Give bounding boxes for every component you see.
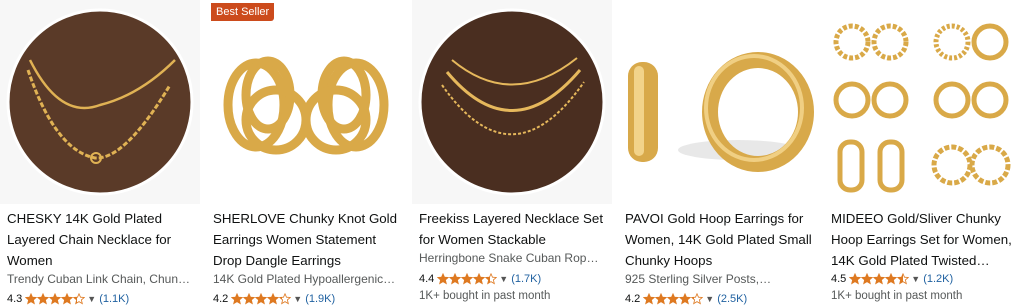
star-icon <box>437 273 450 285</box>
product-title[interactable]: SHERLOVE Chunky Knot Gold Earrings Women… <box>213 208 403 271</box>
star-icon <box>655 293 668 305</box>
review-count[interactable]: (1.1K) <box>99 293 129 305</box>
star-icon <box>861 273 874 285</box>
rating-row[interactable]: 4.2 ▼ (1.9K) <box>213 291 335 307</box>
product-subtitle: 925 Sterling Silver Posts,… <box>625 272 772 286</box>
rating-value: 4.5 <box>831 273 847 285</box>
review-count[interactable]: (1.2K) <box>923 273 953 285</box>
star-icon <box>461 273 474 285</box>
star-rating[interactable] <box>849 273 910 285</box>
chevron-down-icon[interactable]: ▼ <box>705 294 714 304</box>
product-title[interactable]: PAVOI Gold Hoop Earrings for Women, 14K … <box>625 208 815 271</box>
star-icon <box>873 273 886 285</box>
rating-row[interactable]: 4.5 ▼ (1.2K) <box>831 271 953 287</box>
chevron-down-icon[interactable]: ▼ <box>499 274 508 284</box>
rating-value: 4.2 <box>213 293 229 305</box>
star-icon <box>49 293 62 305</box>
star-icon <box>473 273 486 285</box>
product-image[interactable] <box>618 0 818 204</box>
star-icon <box>849 273 862 285</box>
star-icon <box>243 293 256 305</box>
chevron-down-icon[interactable]: ▼ <box>911 274 920 284</box>
rating-value: 4.2 <box>625 293 641 305</box>
product-image[interactable] <box>824 0 1024 204</box>
layered-necklace-image <box>418 8 606 196</box>
rating-row[interactable]: 4.2 ▼ (2.5K) <box>625 291 747 307</box>
star-icon <box>25 293 38 305</box>
star-icon <box>255 293 268 305</box>
product-subtitle: 14K Gold Plated Hypoallergenic… <box>213 272 396 286</box>
star-icon <box>667 293 680 305</box>
chevron-down-icon[interactable]: ▼ <box>87 294 96 304</box>
star-icon <box>691 293 704 305</box>
star-icon <box>267 293 280 305</box>
star-icon <box>37 293 50 305</box>
product-title[interactable]: CHESKY 14K Gold Plated Layered Chain Nec… <box>7 208 197 271</box>
star-rating[interactable] <box>643 293 704 305</box>
star-icon <box>279 293 292 305</box>
best-seller-badge: Best Seller <box>211 3 275 21</box>
rating-row[interactable]: 4.4 ▼ (1.7K) <box>419 271 541 287</box>
bought-count: 1K+ bought in past month <box>419 290 551 302</box>
star-icon <box>643 293 656 305</box>
star-rating[interactable] <box>231 293 292 305</box>
product-card-mideeo[interactable]: MIDEEO Gold/Sliver Chunky Hoop Earrings … <box>824 0 1024 308</box>
review-count[interactable]: (1.9K) <box>305 293 335 305</box>
product-title[interactable]: MIDEEO Gold/Sliver Chunky Hoop Earrings … <box>831 208 1021 271</box>
product-title[interactable]: Freekiss Layered Necklace Set for Women … <box>419 208 609 250</box>
rating-value: 4.4 <box>419 273 435 285</box>
product-image[interactable] <box>412 0 612 204</box>
star-icon <box>449 273 462 285</box>
review-count[interactable]: (2.5K) <box>717 293 747 305</box>
product-grid: CHESKY 14K Gold Plated Layered Chain Nec… <box>0 0 1024 308</box>
star-rating[interactable] <box>25 293 86 305</box>
product-card-sherlove[interactable]: Best Seller SHERLOVE Chunky Knot Gold Ea… <box>206 0 406 308</box>
product-card-chesky[interactable]: CHESKY 14K Gold Plated Layered Chain Nec… <box>0 0 200 308</box>
rating-row[interactable]: 4.3 ▼ (1.1K) <box>7 291 129 307</box>
bought-count: 1K+ bought in past month <box>831 290 963 302</box>
product-image[interactable] <box>206 0 406 204</box>
chevron-down-icon[interactable]: ▼ <box>293 294 302 304</box>
star-icon <box>897 273 910 285</box>
star-icon <box>61 293 74 305</box>
star-icon <box>679 293 692 305</box>
product-subtitle: Trendy Cuban Link Chain, Chunk… <box>7 272 193 286</box>
rating-value: 4.3 <box>7 293 23 305</box>
star-icon <box>885 273 898 285</box>
star-icon <box>485 273 498 285</box>
star-icon <box>231 293 244 305</box>
necklace-image <box>6 8 194 196</box>
hoop-earrings-image <box>618 0 818 204</box>
star-rating[interactable] <box>437 273 498 285</box>
product-subtitle: Herringbone Snake Cuban Rope… <box>419 251 605 265</box>
knot-earrings-image <box>206 0 406 204</box>
product-card-pavoi[interactable]: PAVOI Gold Hoop Earrings for Women, 14K … <box>618 0 818 308</box>
star-icon <box>73 293 86 305</box>
product-image[interactable] <box>0 0 200 204</box>
review-count[interactable]: (1.7K) <box>511 273 541 285</box>
hoop-set-image <box>824 0 1024 204</box>
product-card-freekiss[interactable]: Freekiss Layered Necklace Set for Women … <box>412 0 612 308</box>
